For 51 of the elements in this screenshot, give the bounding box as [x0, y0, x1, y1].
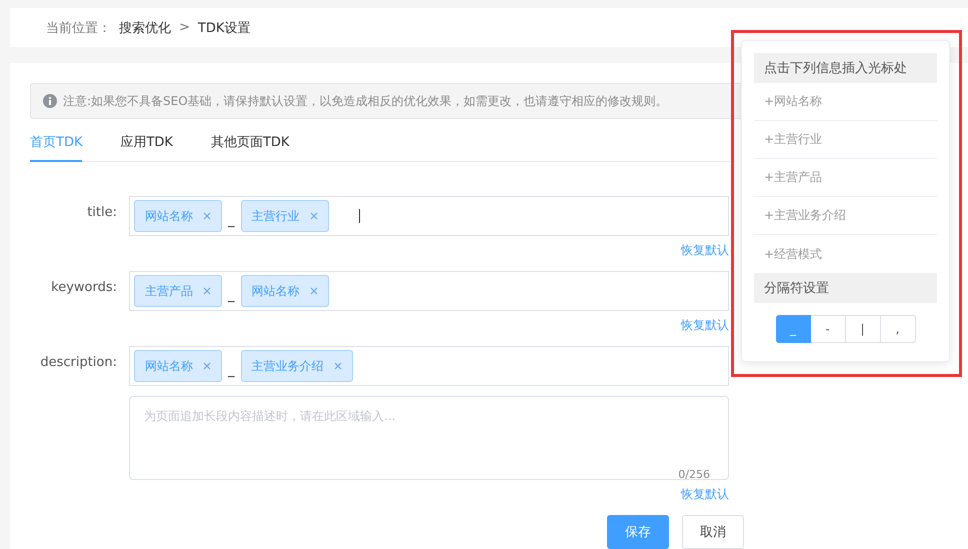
tag: 主营业务介绍: [240, 350, 352, 382]
separator-option[interactable]: _: [776, 315, 810, 343]
tag: 主营行业: [240, 200, 328, 232]
popover-heading: 分隔符设置: [754, 273, 937, 303]
tag-input-field[interactable]: 主营产品 _ 网站名称: [129, 271, 729, 311]
insert-option[interactable]: +主营行业: [754, 121, 937, 159]
tag-input-field[interactable]: 网站名称 _ 主营业务介绍: [129, 346, 729, 386]
notice-text: 注意:如果您不具备SEO基础，请保持默认设置，以免造成相反的优化效果，如需更改，也请遵守相应的修改规则。: [63, 92, 668, 110]
close-icon[interactable]: [310, 287, 318, 295]
field-label: description:: [39, 354, 117, 372]
tag: 网站名称: [240, 275, 328, 307]
tag-input-field[interactable]: 网站名称 _ 主营行业: [129, 196, 729, 236]
separator-text: _: [228, 286, 234, 302]
popover-heading: 点击下列信息插入光标处: [754, 53, 937, 83]
breadcrumb-label: 当前位置：: [46, 20, 111, 36]
textarea-field[interactable]: 为页面追加长段内容描述时，请在此区域输入... 0/256: [129, 396, 729, 480]
tab[interactable]: 首页TDK: [30, 127, 82, 162]
insert-option[interactable]: +网站名称: [754, 83, 937, 121]
separator-symbol: |: [860, 322, 865, 336]
text-cursor: [358, 209, 360, 223]
textarea-placeholder: 为页面追加长段内容描述时，请在此区域输入...: [144, 409, 396, 423]
separator-symbol: -: [825, 322, 830, 336]
separator-text: _: [228, 212, 234, 228]
reset-link[interactable]: 恢复默认: [681, 317, 729, 334]
insert-option[interactable]: +经营模式: [754, 235, 937, 273]
reset-link[interactable]: 恢复默认: [681, 242, 729, 259]
breadcrumb-item[interactable]: 搜索优化: [119, 18, 171, 36]
field-label: keywords:: [50, 279, 117, 297]
cancel-button[interactable]: 取消: [682, 515, 744, 549]
insert-option[interactable]: +主营产品: [754, 159, 937, 197]
separator-text: _: [228, 362, 234, 378]
close-icon[interactable]: [310, 212, 318, 220]
close-icon[interactable]: [334, 362, 342, 370]
field-label: title:: [86, 204, 117, 222]
info-icon: [43, 94, 57, 108]
tag: 主营产品: [134, 275, 222, 307]
reset-link[interactable]: 恢复默认: [681, 486, 729, 503]
tab[interactable]: 应用TDK: [120, 127, 173, 162]
character-count: 0/256: [678, 468, 710, 481]
breadcrumb-item: TDK设置: [198, 20, 250, 36]
save-button[interactable]: 保存: [607, 515, 669, 549]
close-icon[interactable]: [203, 287, 211, 295]
separator-symbol: ,: [896, 322, 900, 336]
tab[interactable]: 其他页面TDK: [210, 127, 290, 162]
insert-option[interactable]: +主营业务介绍: [754, 197, 937, 235]
tag: 网站名称: [134, 200, 222, 232]
separator-symbol: _: [790, 322, 796, 336]
close-icon[interactable]: [203, 362, 211, 370]
breadcrumb-separator: >: [179, 20, 190, 35]
close-icon[interactable]: [203, 212, 211, 220]
tag: 网站名称: [134, 350, 222, 382]
